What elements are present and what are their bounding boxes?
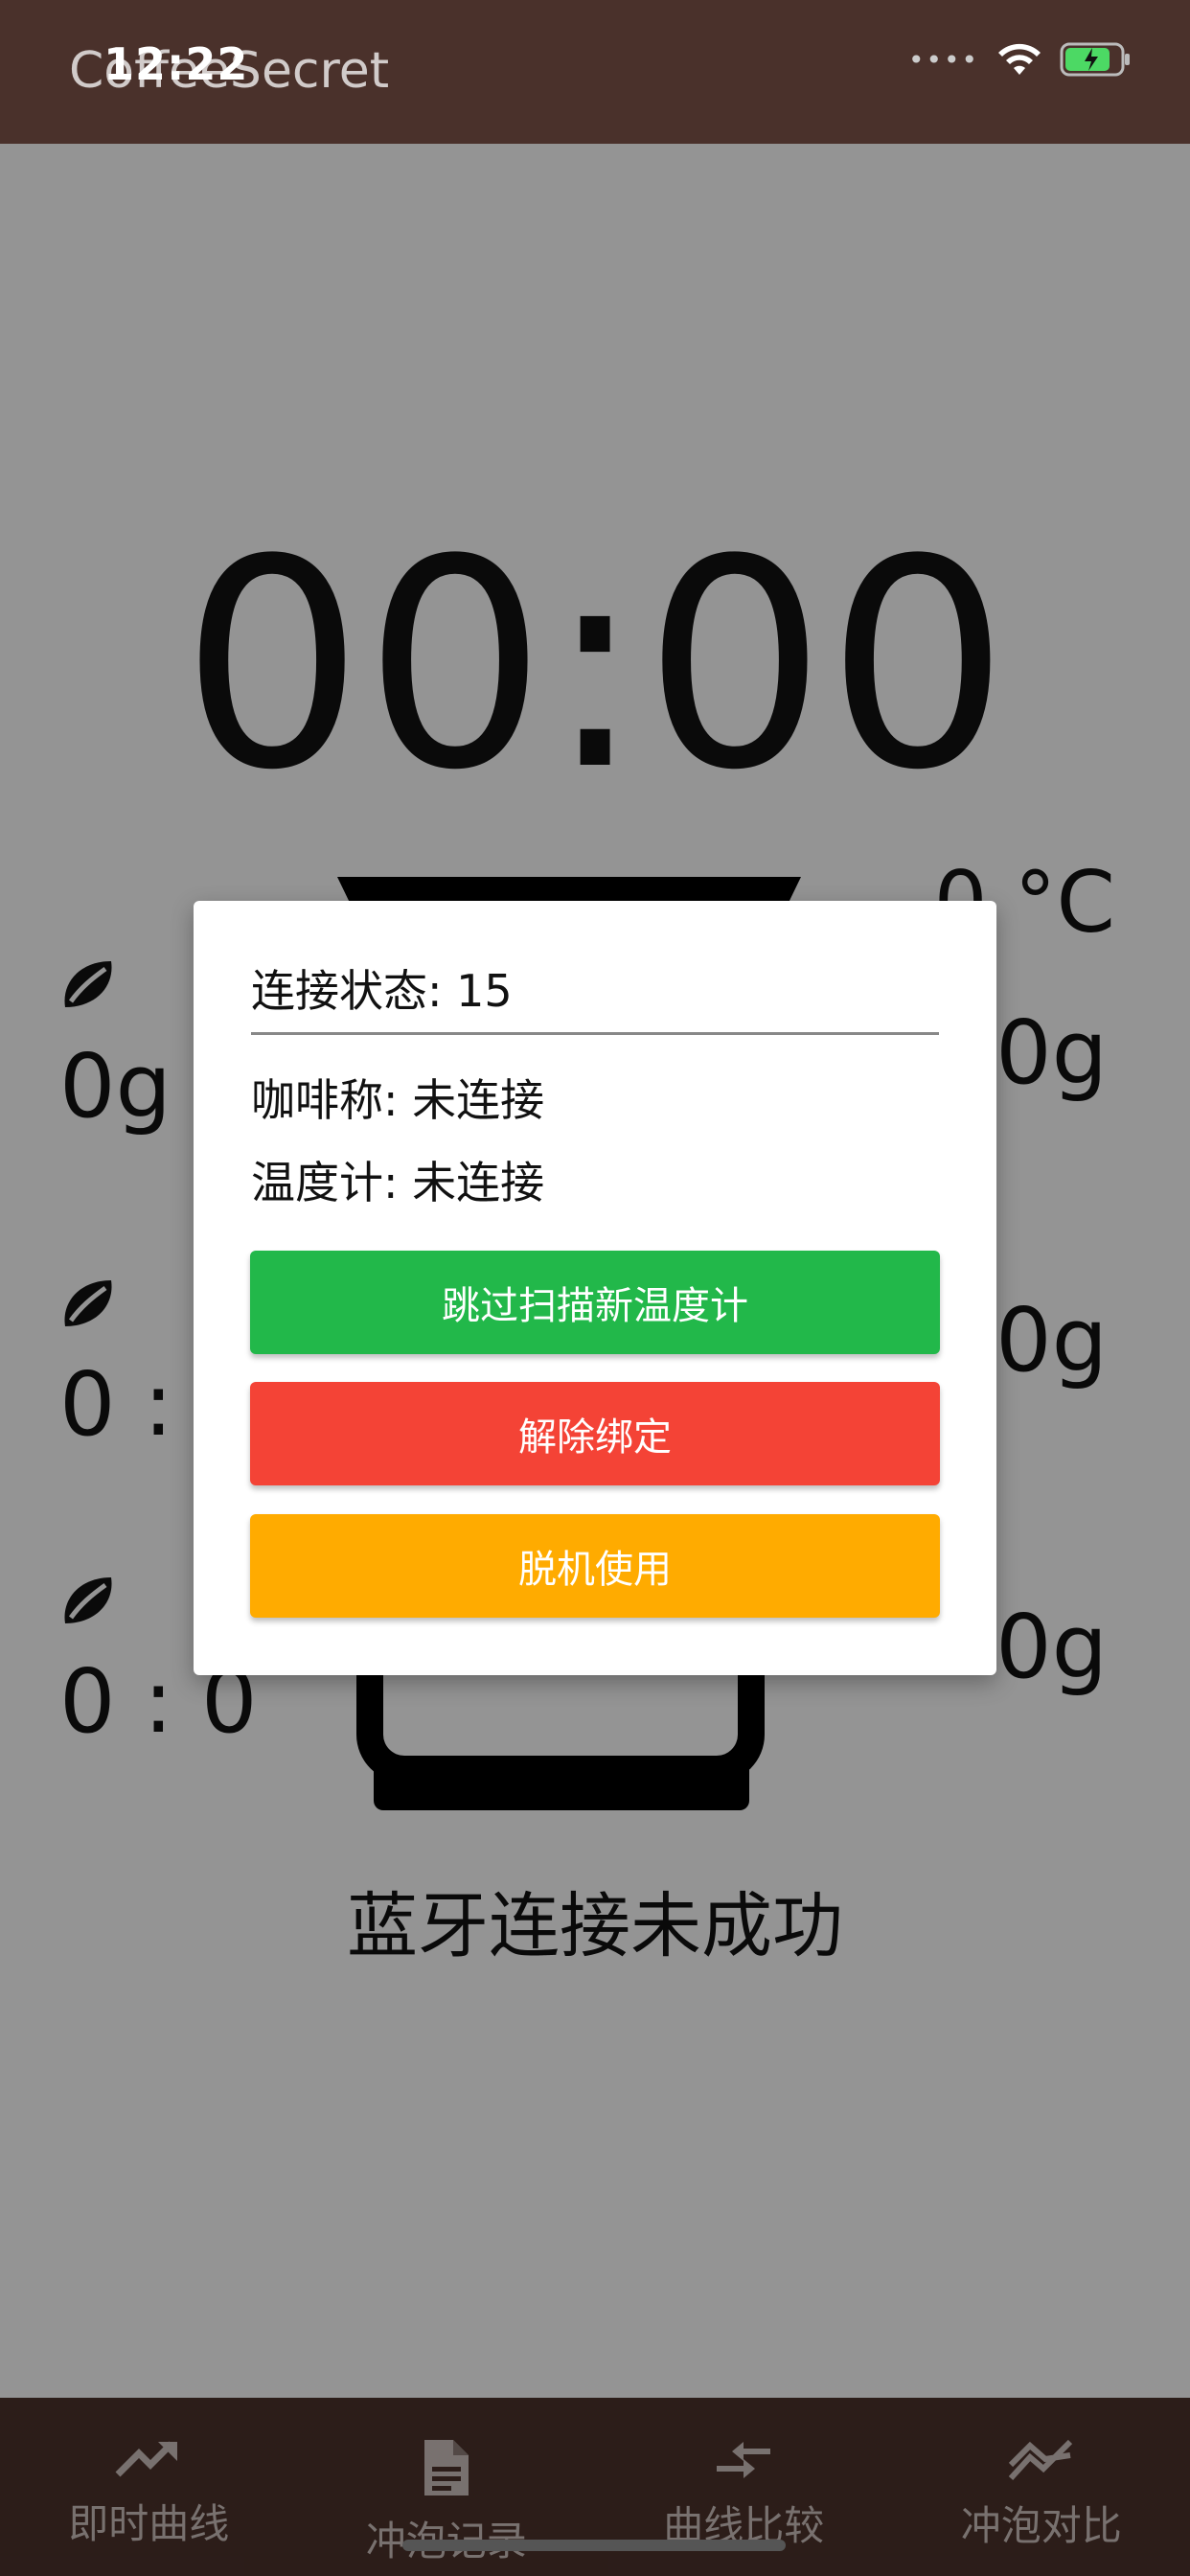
divider — [251, 1032, 939, 1035]
skip-scan-button[interactable]: 跳过扫描新温度计 — [250, 1251, 940, 1354]
document-icon — [423, 2440, 469, 2496]
status-time: 12:22 — [103, 38, 249, 90]
nav-label: 即时曲线 — [68, 2500, 230, 2547]
nav-item-brew-compare[interactable]: 冲泡对比 — [893, 2398, 1190, 2576]
scale-status: 咖啡称: 未连接 — [251, 1074, 545, 1126]
battery-icon — [1060, 42, 1130, 77]
nav-label: 冲泡对比 — [960, 2502, 1122, 2549]
unbind-button[interactable]: 解除绑定 — [250, 1382, 940, 1485]
status-icons: •••• — [908, 40, 1133, 79]
thermometer-status: 温度计: 未连接 — [251, 1157, 545, 1208]
nav-item-live-curve[interactable]: 即时曲线 — [0, 2398, 298, 2576]
connection-status: 连接状态: 15 — [251, 965, 513, 1017]
multiline-chart-icon — [1008, 2439, 1072, 2481]
offline-mode-button[interactable]: 脱机使用 — [250, 1514, 940, 1618]
trending-up-icon — [115, 2441, 178, 2477]
app-bar: CoffeeSecret 12:22 •••• — [0, 0, 1190, 144]
connection-dialog: 连接状态: 15 咖啡称: 未连接 温度计: 未连接 跳过扫描新温度计 解除绑定… — [194, 901, 996, 1675]
compare-arrows-icon — [717, 2442, 771, 2478]
nav-label: 冲泡记录 — [366, 2509, 527, 2567]
home-indicator[interactable] — [402, 2540, 786, 2551]
signal-icon: •••• — [907, 43, 979, 76]
wifi-icon — [998, 43, 1041, 75]
